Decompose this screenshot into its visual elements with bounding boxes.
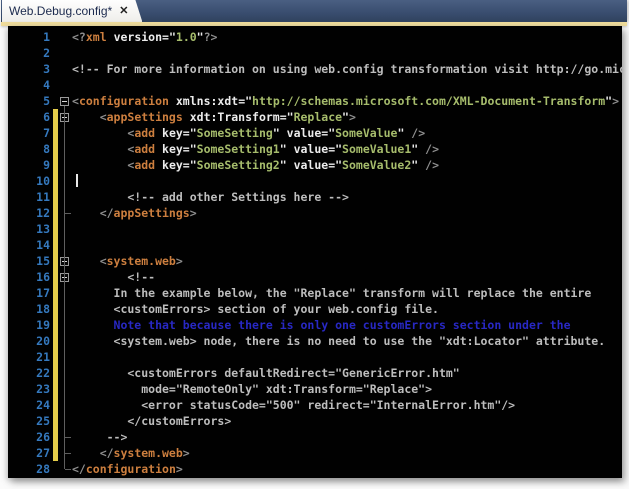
code-line: 14 bbox=[8, 237, 622, 253]
line-number: 14 bbox=[8, 237, 50, 253]
code-line: 19 Note that because there is only one c… bbox=[8, 317, 622, 333]
code-line: 16 <!-- bbox=[8, 269, 622, 285]
line-number: 16 bbox=[8, 269, 50, 285]
code-text: <customErrors defaultRedirect="GenericEr… bbox=[72, 365, 460, 381]
code-area[interactable]: 1 <?xml version="1.0"?> 23 <!-- For more in… bbox=[8, 26, 622, 478]
document-tab-title: Web.Debug.config* bbox=[9, 4, 112, 18]
code-text: <!-- bbox=[72, 269, 155, 285]
line-number: 3 bbox=[8, 61, 50, 77]
code-line: 24 <error statusCode="500" redirect="Int… bbox=[8, 397, 622, 413]
code-line: 1 <?xml version="1.0"?> bbox=[8, 29, 622, 45]
code-text: --> bbox=[72, 429, 127, 445]
line-number: 21 bbox=[8, 349, 50, 365]
code-line: 11 <!-- add other Settings here --> bbox=[8, 189, 622, 205]
document-tab-strip: Web.Debug.config* ✕ bbox=[1, 0, 627, 22]
code-line: 23 mode="RemoteOnly" xdt:Transform="Repl… bbox=[8, 381, 622, 397]
line-number: 9 bbox=[8, 157, 50, 173]
code-line: 12 </appSettings> bbox=[8, 205, 622, 221]
code-text: <add key="SomeSetting1" value="SomeValue… bbox=[72, 141, 439, 157]
code-line: 22 <customErrors defaultRedirect="Generi… bbox=[8, 365, 622, 381]
code-text: <!-- For more information on using web.c… bbox=[72, 61, 622, 77]
line-number: 2 bbox=[8, 45, 50, 61]
line-number: 23 bbox=[8, 381, 50, 397]
code-line: 20 <system.web> node, there is no need t… bbox=[8, 333, 622, 349]
code-text: <configuration xmlns:xdt="http://schemas… bbox=[72, 93, 619, 109]
close-icon[interactable]: ✕ bbox=[119, 6, 128, 17]
code-text: <add key="SomeSetting" value="SomeValue"… bbox=[72, 125, 425, 141]
code-text: </appSettings> bbox=[72, 205, 197, 221]
code-line: 10 bbox=[8, 173, 622, 189]
code-text: <add key="SomeSetting2" value="SomeValue… bbox=[72, 157, 439, 173]
code-line: 6 <appSettings xdt:Transform="Replace"> bbox=[8, 109, 622, 125]
line-number: 7 bbox=[8, 125, 50, 141]
code-text: <system.web> node, there is no need to u… bbox=[72, 333, 605, 349]
code-line: 17 In the example below, the "Replace" t… bbox=[8, 285, 622, 301]
code-text: </configuration> bbox=[72, 461, 183, 477]
line-number: 18 bbox=[8, 301, 50, 317]
line-number: 19 bbox=[8, 317, 50, 333]
code-line: 28 </configuration> bbox=[8, 461, 622, 477]
line-number: 28 bbox=[8, 461, 50, 477]
code-text: </system.web> bbox=[72, 445, 190, 461]
fold-guide-line bbox=[64, 106, 65, 469]
line-number: 10 bbox=[8, 173, 50, 189]
code-line: 7 <add key="SomeSetting" value="SomeValu… bbox=[8, 125, 622, 141]
code-text: In the example below, the "Replace" tran… bbox=[72, 285, 591, 301]
code-lines: 1 <?xml version="1.0"?> 23 <!-- For more in… bbox=[8, 26, 622, 477]
code-line: 5 <configuration xmlns:xdt="http://schema… bbox=[8, 93, 622, 109]
code-line: 9 <add key="SomeSetting2" value="SomeVal… bbox=[8, 157, 622, 173]
code-text: <error statusCode="500" redirect="Intern… bbox=[72, 397, 515, 413]
line-number: 24 bbox=[8, 397, 50, 413]
line-number: 26 bbox=[8, 429, 50, 445]
code-text: <!-- add other Settings here --> bbox=[72, 189, 349, 205]
code-text: Note that because there is only one cust… bbox=[72, 317, 571, 333]
line-number: 6 bbox=[8, 109, 50, 125]
line-number: 4 bbox=[8, 77, 50, 93]
change-tracking-bar bbox=[53, 109, 58, 461]
line-number: 27 bbox=[8, 445, 50, 461]
code-line: 27 </system.web> bbox=[8, 445, 622, 461]
code-text: <customErrors> section of your web.confi… bbox=[72, 301, 439, 317]
fold-end-tick bbox=[65, 469, 71, 470]
code-line: 26 --> bbox=[8, 429, 622, 445]
code-line: 8 <add key="SomeSetting1" value="SomeVal… bbox=[8, 141, 622, 157]
line-number: 11 bbox=[8, 189, 50, 205]
code-line: 13 bbox=[8, 221, 622, 237]
editor-window: Web.Debug.config* ✕ 1 <?xml version="1.0"… bbox=[0, 0, 629, 489]
code-line: 25 </customErrors> bbox=[8, 413, 622, 429]
code-text: <?xml version="1.0"?> bbox=[72, 29, 217, 45]
line-number: 15 bbox=[8, 253, 50, 269]
line-number: 25 bbox=[8, 413, 50, 429]
document-tab[interactable]: Web.Debug.config* ✕ bbox=[2, 0, 142, 22]
fold-end-tick bbox=[65, 437, 71, 438]
code-text: mode="RemoteOnly" xdt:Transform="Replace… bbox=[72, 381, 432, 397]
fold-end-tick bbox=[65, 213, 71, 214]
code-text: <appSettings xdt:Transform="Replace"> bbox=[72, 109, 356, 125]
code-text: <system.web> bbox=[72, 253, 183, 269]
fold-end-tick bbox=[65, 453, 71, 454]
fold-collapse-icon[interactable] bbox=[60, 97, 69, 106]
line-number: 13 bbox=[8, 221, 50, 237]
code-line: 21 bbox=[8, 349, 622, 365]
line-number: 8 bbox=[8, 141, 50, 157]
line-number: 1 bbox=[8, 29, 50, 45]
line-number: 12 bbox=[8, 205, 50, 221]
code-line: 18 <customErrors> section of your web.co… bbox=[8, 301, 622, 317]
code-line: 2 bbox=[8, 45, 622, 61]
code-line: 3 <!-- For more information on using web.… bbox=[8, 61, 622, 77]
code-line: 15 <system.web> bbox=[8, 253, 622, 269]
line-number: 5 bbox=[8, 93, 50, 109]
code-line: 4 bbox=[8, 77, 622, 93]
text-cursor bbox=[76, 174, 78, 187]
code-text: </customErrors> bbox=[72, 413, 231, 429]
line-number: 22 bbox=[8, 365, 50, 381]
line-number: 20 bbox=[8, 333, 50, 349]
line-number: 17 bbox=[8, 285, 50, 301]
